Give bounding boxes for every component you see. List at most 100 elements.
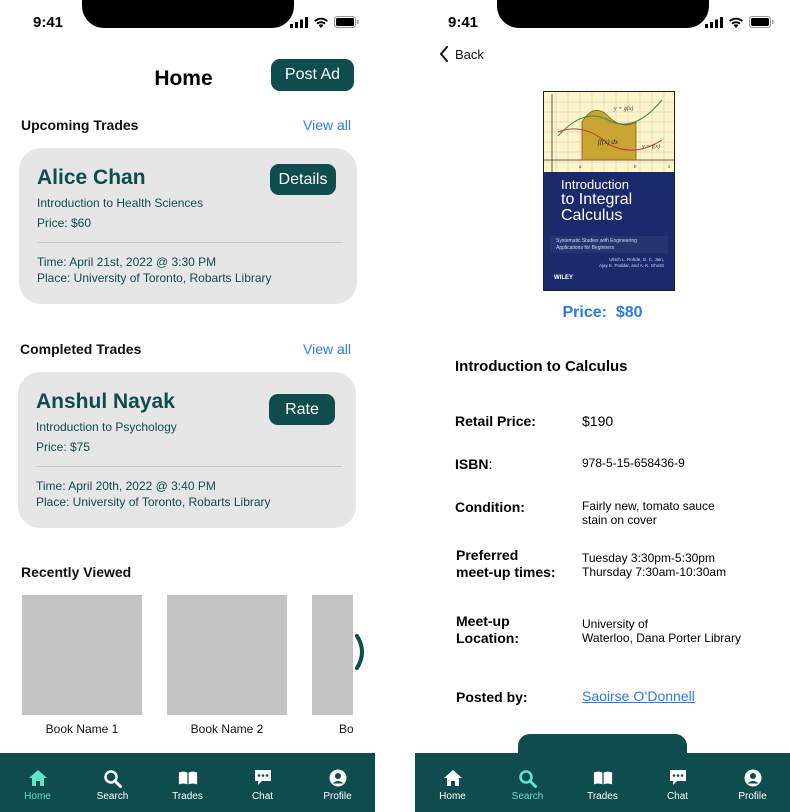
wifi-icon <box>729 17 743 28</box>
book-thumbnail[interactable] <box>312 595 353 715</box>
book-price: Price: $80 <box>415 304 790 322</box>
tab-trades[interactable]: Trades <box>565 753 640 812</box>
post-ad-button[interactable]: Post Ad <box>271 59 354 91</box>
meetup-times-value: Tuesday 3:30pm-5:30pm Thursday 7:30am-10… <box>582 551 726 580</box>
posted-by-label: Posted by: <box>456 689 528 705</box>
chat-icon <box>668 768 688 788</box>
tab-chat[interactable]: Chat <box>225 753 300 812</box>
tab-chat[interactable]: Chat <box>640 753 715 812</box>
completed-trade-card[interactable]: Anshul Nayak Rate Introduction to Psycho… <box>18 372 356 528</box>
condition-label: Condition: <box>455 499 525 515</box>
tab-label: Chat <box>666 791 689 802</box>
tab-search[interactable]: Search <box>490 753 565 812</box>
meetup-times-label: Preferred meet-up times: <box>456 547 556 581</box>
book-cover-image: y = g(x) ∫f(x) dx y = f(x) a b x Introdu… <box>543 91 675 291</box>
completed-trades-heading: Completed Trades <box>20 341 142 357</box>
retail-price-value: $190 <box>582 413 614 429</box>
book-detail-screen: 9:41 Back y = g(x) ∫f(x) dx y = f(x) a b… <box>415 0 790 812</box>
condition-line: Fairly new, tomato sauce <box>582 499 715 513</box>
back-button[interactable]: Back <box>439 46 484 62</box>
meetup-location-label-line: Location: <box>456 629 519 646</box>
card-divider <box>37 242 343 243</box>
search-icon <box>518 768 538 788</box>
cover-title-line: to Integral <box>561 190 633 208</box>
upcoming-view-all-link[interactable]: View all <box>303 117 351 133</box>
tab-search[interactable]: Search <box>75 753 150 812</box>
tab-label: Home <box>24 791 51 802</box>
cover-subtitle: Systematic Studies with Engineering Appl… <box>550 236 668 253</box>
meetup-location-line: University of <box>582 617 649 631</box>
chevron-right-icon[interactable] <box>355 634 367 679</box>
trade-time: Time: April 20th, 2022 @ 3:40 PM <box>36 479 216 493</box>
status-time: 9:41 <box>33 14 64 31</box>
upcoming-trade-card[interactable]: Alice Chan Details Introduction to Healt… <box>19 148 357 304</box>
condition-value: Fairly new, tomato sauce stain on cover <box>582 499 715 528</box>
book-icon <box>593 768 613 788</box>
tab-trades[interactable]: Trades <box>150 753 225 812</box>
cover-title-line: Calculus <box>561 207 623 225</box>
cover-graph-area: y = g(x) ∫f(x) dx y = f(x) a b x <box>544 92 674 172</box>
chevron-left-icon <box>440 46 448 62</box>
completed-view-all-link[interactable]: View all <box>303 341 351 357</box>
chat-icon <box>253 768 273 788</box>
trade-place: Place: University of Toronto, Robarts Li… <box>36 495 271 509</box>
meetup-location-value: University of Waterloo, Dana Porter Libr… <box>582 617 741 646</box>
upcoming-trades-heading: Upcoming Trades <box>21 117 139 133</box>
meetup-time-line: Tuesday 3:30pm-5:30pm <box>582 551 715 565</box>
trade-course: Introduction to Psychology <box>36 420 177 434</box>
meetup-location-line: Waterloo, Dana Porter Library <box>582 631 741 646</box>
trade-price: Price: $75 <box>36 440 91 454</box>
back-label: Back <box>455 46 484 62</box>
tab-label: Search <box>96 791 129 802</box>
poster-profile-link[interactable]: Saoirse O’Donnell <box>582 688 695 704</box>
cover-graph-illustration: y = g(x) ∫f(x) dx y = f(x) a b x <box>544 92 674 172</box>
meetup-time-line: Thursday 7:30am-10:30am <box>582 565 727 580</box>
tab-bar: Home Search Trades Chat Profile <box>415 753 790 812</box>
tab-home[interactable]: Home <box>415 753 490 812</box>
search-icon <box>103 768 123 788</box>
device-notch <box>82 0 294 28</box>
home-icon <box>443 768 463 788</box>
book-thumbnail[interactable] <box>22 595 142 715</box>
condition-line: stain on cover <box>582 513 657 528</box>
book-name: Book Name 2 <box>190 722 264 736</box>
isbn-colon: : <box>488 456 493 472</box>
tab-label: Search <box>511 791 544 802</box>
cover-title: Introduction to Integral Calculus <box>561 178 668 225</box>
book-name: Book Name 1 <box>45 722 119 736</box>
tab-bar: Home Search Trades Chat Profile <box>0 753 375 812</box>
rate-button[interactable]: Rate <box>269 394 335 425</box>
meetup-times-label-line: meet-up times: <box>456 563 556 580</box>
cover-formula-bottom: y = f(x) <box>641 143 660 150</box>
tab-label: Chat <box>251 791 274 802</box>
cover-authors: Ulrich L. Rohde, G. C. Jain, Ajay K. Pod… <box>599 257 664 270</box>
details-button[interactable]: Details <box>270 164 336 195</box>
trade-partner-name: Alice Chan <box>37 166 146 189</box>
trade-time: Time: April 21st, 2022 @ 3:30 PM <box>37 255 217 269</box>
battery-icon <box>334 16 359 28</box>
book-thumbnail[interactable] <box>167 595 287 715</box>
retail-price-label: Retail Price: <box>455 413 536 429</box>
meetup-times-label-line: Preferred <box>456 547 519 563</box>
profile-icon <box>328 768 348 788</box>
tab-profile[interactable]: Profile <box>300 753 375 812</box>
status-icons <box>290 16 359 28</box>
cover-axis-x: x <box>667 165 671 170</box>
wifi-icon <box>314 17 328 28</box>
book-icon <box>178 768 198 788</box>
signal-icon <box>705 16 723 28</box>
card-divider <box>36 466 342 467</box>
meetup-location-label: Meet-up Location: <box>456 613 519 647</box>
signal-icon <box>290 16 308 28</box>
status-icons <box>705 16 774 28</box>
cover-title-line: Introduction <box>561 177 629 192</box>
home-icon <box>28 768 48 788</box>
tab-label: Trades <box>587 791 618 802</box>
tab-label: Home <box>439 791 466 802</box>
book-title: Introduction to Calculus <box>455 358 628 375</box>
cover-publisher: WILEY <box>554 275 573 281</box>
isbn-label-text: ISBN <box>455 456 489 472</box>
tab-home[interactable]: Home <box>0 753 75 812</box>
tab-profile[interactable]: Profile <box>715 753 790 812</box>
cover-axis-b: b <box>634 165 637 170</box>
